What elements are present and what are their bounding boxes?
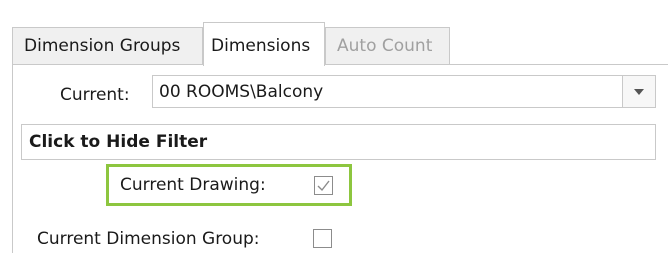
current-dimension-group-checkbox[interactable] (313, 229, 332, 248)
current-combobox-value: 00 ROOMS\Balcony (159, 82, 324, 102)
combobox-dropdown-button[interactable] (622, 76, 655, 107)
current-label: Current: (60, 85, 130, 105)
tab-auto-count[interactable]: Auto Count (325, 27, 450, 65)
dimensions-panel-window: Dimension Groups Dimensions Auto Count C… (0, 0, 668, 253)
tab-dimension-groups[interactable]: Dimension Groups (12, 27, 203, 65)
checkmark-icon (317, 180, 330, 192)
chevron-down-icon (634, 89, 644, 95)
tab-dimensions[interactable]: Dimensions (203, 22, 325, 66)
current-drawing-checkbox[interactable] (314, 176, 333, 195)
current-combobox[interactable]: 00 ROOMS\Balcony (152, 75, 656, 108)
hide-filter-button[interactable]: Click to Hide Filter (21, 124, 656, 160)
current-dimension-group-label: Current Dimension Group: (37, 229, 260, 249)
current-drawing-label: Current Drawing: (120, 175, 266, 195)
